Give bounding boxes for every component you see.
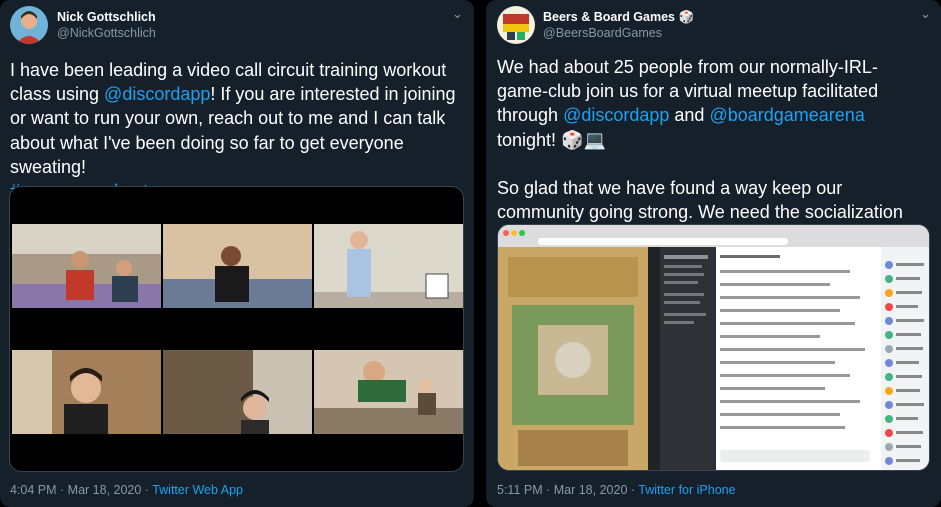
dice-icon: 🎲 (678, 10, 695, 24)
video-tile (163, 224, 312, 308)
timestamp[interactable]: 4:04 PM · Mar 18, 2020 · (10, 483, 152, 497)
video-tile (12, 350, 161, 434)
avatar[interactable] (497, 6, 535, 44)
tweet-text: We had about 25 people from our normally… (497, 55, 927, 248)
timestamp[interactable]: 5:11 PM · Mar 18, 2020 · (497, 483, 638, 497)
source-link[interactable]: Twitter for iPhone (638, 483, 735, 497)
author-name-text: Beers & Board Games (543, 10, 676, 24)
mention-link[interactable]: @boardgamearena (709, 105, 864, 125)
author-handle[interactable]: @BeersBoardGames (543, 26, 662, 40)
tweet-text-segment: and (669, 105, 710, 126)
tweet-paragraph: We had about 25 people from our normally… (497, 55, 927, 152)
mention-link[interactable]: @discordapp (104, 84, 210, 104)
avatar[interactable] (10, 6, 48, 44)
tweet-card[interactable]: Nick Gottschlich @NickGottschlich ⌄ I ha… (0, 0, 474, 507)
tweet-card[interactable]: Beers & Board Games 🎲 @BeersBoardGames ⌄… (486, 0, 941, 507)
chevron-down-icon[interactable]: ⌄ (452, 6, 463, 22)
source-link[interactable]: Twitter Web App (152, 483, 243, 497)
tweet-footer: 5:11 PM · Mar 18, 2020 · Twitter for iPh… (497, 483, 736, 497)
video-tile (314, 350, 463, 434)
tweet-text: I have been leading a video call circuit… (10, 58, 468, 203)
video-tile (12, 224, 161, 308)
author-name[interactable]: Nick Gottschlich (57, 10, 156, 24)
tweet-footer: 4:04 PM · Mar 18, 2020 · Twitter Web App (10, 483, 243, 497)
author-handle[interactable]: @NickGottschlich (57, 26, 156, 40)
video-tile (163, 350, 312, 434)
tweet-media-video-grid[interactable] (9, 186, 464, 472)
tweet-media-screenshot[interactable] (497, 224, 930, 471)
video-tile (314, 224, 463, 308)
tweet-text-segment: tonight! 🎲💻 (497, 129, 606, 150)
author-name[interactable]: Beers & Board Games 🎲 (543, 10, 694, 25)
chevron-down-icon[interactable]: ⌄ (920, 6, 931, 22)
mention-link[interactable]: @discordapp (563, 105, 669, 125)
